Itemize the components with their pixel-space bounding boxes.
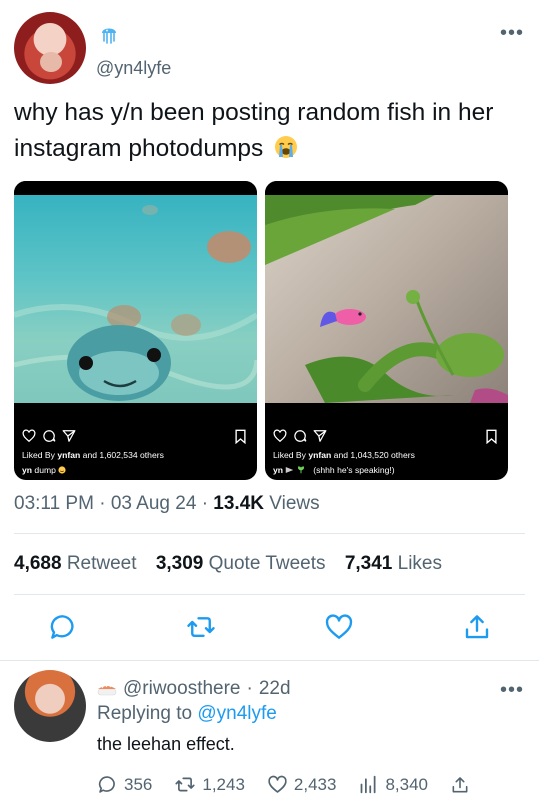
caption-right: yn (shhh he's speaking!)	[273, 465, 395, 475]
engagement-stats: 4,688 Retweet 3,309 Quote Tweets 7,341 L…	[14, 553, 442, 575]
author-avatar[interactable]	[14, 12, 86, 84]
bookmark-icon	[235, 429, 246, 444]
sushi-icon	[97, 684, 117, 696]
reply-views-action[interactable]: 8,340	[358, 774, 428, 795]
quotes-label: Quote Tweets	[208, 553, 326, 574]
views-count: 13.4K	[213, 493, 264, 514]
loudly-crying-face-icon	[275, 136, 298, 158]
media-image-left[interactable]: Liked By ynfan and 1,602,534 others yn d…	[14, 181, 257, 480]
like-icon[interactable]	[324, 612, 354, 642]
reply-age[interactable]: 22d	[259, 678, 291, 700]
heart-icon	[273, 429, 287, 443]
views-label: Views	[269, 493, 320, 514]
likes-user: ynfan	[57, 450, 81, 460]
reply-text: the leehan effect.	[97, 734, 235, 754]
more-options-icon[interactable]: •••	[500, 23, 524, 43]
caption-user: yn	[22, 465, 33, 475]
share-icon	[313, 430, 327, 442]
media-image-right[interactable]: Liked By ynfan and 1,043,520 others yn (…	[265, 181, 508, 480]
likes-line-right: Liked By ynfan and 1,043,520 others	[273, 450, 415, 460]
likes-stat[interactable]: 7,341 Likes	[345, 553, 442, 574]
share-icon	[452, 776, 468, 792]
heart-icon	[22, 429, 36, 443]
reply-icon	[98, 776, 115, 793]
reply-author-avatar[interactable]	[14, 670, 86, 742]
tweet-date[interactable]: 03 Aug 24	[111, 493, 197, 514]
reply-icon[interactable]	[48, 612, 78, 642]
quotes-count: 3,309	[155, 553, 204, 574]
quotes-stat[interactable]: 3,309 Quote Tweets	[156, 553, 326, 574]
reply-retweets-count: 1,243	[202, 774, 245, 794]
seedling-emoji-icon	[297, 466, 304, 474]
likes-suffix: and 1,602,534 others	[82, 450, 164, 460]
likes-prefix: Liked By	[273, 450, 306, 460]
post-topbar	[265, 181, 508, 195]
likes-suffix: and 1,043,520 others	[333, 450, 415, 460]
reply-like-action[interactable]: 2,433	[267, 774, 337, 795]
more-options-icon[interactable]: •••	[500, 680, 524, 700]
tweet-text-body: why has y/n been posting random fish in …	[14, 99, 494, 162]
replying-to: Replying to @yn4lyfe	[97, 703, 277, 725]
divider	[0, 660, 539, 661]
post-topbar	[14, 181, 257, 195]
reply-reply-action[interactable]: 356	[97, 774, 152, 795]
avatar-hand	[40, 52, 62, 72]
aquarium-illustration	[265, 195, 508, 403]
replying-prefix: Replying to	[97, 703, 193, 724]
reply-retweet-action[interactable]: 1,243	[174, 774, 245, 795]
caption-user: yn	[273, 465, 284, 475]
divider	[14, 594, 525, 595]
tweet-text: why has y/n been posting random fish in …	[14, 95, 529, 167]
retweets-count: 4,688	[14, 553, 62, 574]
tweet-action-bar	[0, 612, 539, 646]
likes-count: 7,341	[344, 553, 393, 574]
share-icon	[62, 430, 76, 442]
caption-text: (shhh he's speaking!)	[313, 465, 395, 475]
pufferfish-illustration	[14, 205, 257, 401]
smile-emoji-icon	[58, 466, 66, 474]
tweet-meta: 03:11 PM · 03 Aug 24 · 13.4K Views	[14, 493, 320, 515]
caption-left: yn dump	[22, 465, 66, 475]
author-handle[interactable]: @yn4lyfe	[96, 58, 171, 79]
reply-header: @riwoosthere · 22d	[97, 678, 291, 700]
likes-user: ynfan	[308, 450, 332, 460]
reply-likes-count: 2,433	[293, 774, 337, 794]
likes-line-left: Liked By ynfan and 1,602,534 others	[22, 450, 164, 460]
reply-separator: ·	[246, 678, 253, 699]
views-icon	[361, 775, 376, 794]
comment-icon	[43, 430, 56, 442]
meta-separator: ·	[201, 493, 209, 514]
likes-label: Likes	[397, 553, 442, 574]
betta-fish-photo	[265, 195, 508, 403]
meta-separator: ·	[99, 493, 106, 514]
reply-share-action[interactable]	[450, 775, 470, 795]
replying-to-handle[interactable]: @yn4lyfe	[197, 703, 277, 724]
reply-handle[interactable]: @riwoosthere	[123, 678, 241, 700]
play-emoji-icon	[286, 467, 294, 473]
reply-replies-count: 356	[124, 774, 153, 794]
divider	[14, 533, 525, 534]
media-grid[interactable]: Liked By ynfan and 1,602,534 others yn d…	[14, 181, 509, 480]
retweets-stat[interactable]: 4,688 Retweet	[14, 553, 137, 574]
share-icon[interactable]	[462, 612, 492, 642]
bookmark-icon	[486, 429, 497, 444]
jellyfish-icon	[102, 28, 116, 44]
retweets-label: Retweet	[66, 553, 137, 574]
comment-icon	[294, 430, 307, 442]
reply-views-count: 8,340	[385, 774, 429, 794]
tweet-time: 03:11 PM	[14, 493, 94, 514]
reply-action-bar: 356 1,243 2,433 8,340	[97, 774, 492, 795]
like-icon	[268, 775, 287, 793]
caption-text: dump	[34, 465, 56, 475]
likes-prefix: Liked By	[22, 450, 55, 460]
retweet-icon[interactable]	[186, 612, 216, 642]
instagram-actions-left	[22, 429, 76, 443]
retweet-icon	[175, 777, 195, 792]
pufferfish-photo	[14, 195, 257, 403]
instagram-actions-right	[273, 429, 327, 443]
